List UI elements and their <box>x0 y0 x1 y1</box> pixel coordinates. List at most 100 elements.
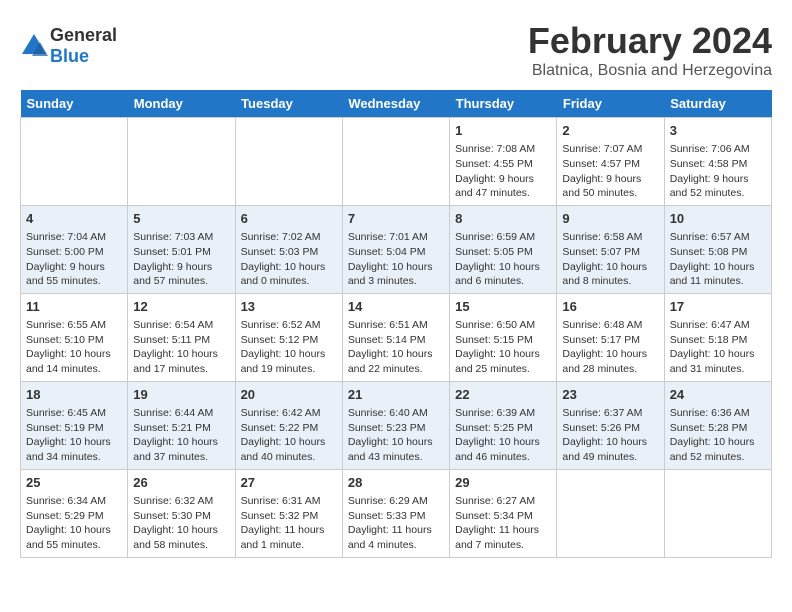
calendar-cell: 27Sunrise: 6:31 AMSunset: 5:32 PMDayligh… <box>235 469 342 557</box>
cell-content: Sunrise: 6:45 AM <box>26 406 122 421</box>
cell-content: Daylight: 9 hours <box>133 260 229 275</box>
date-number: 11 <box>26 298 122 316</box>
cell-content: and 7 minutes. <box>455 538 551 553</box>
calendar-cell: 1Sunrise: 7:08 AMSunset: 4:55 PMDaylight… <box>450 118 557 206</box>
cell-content: Sunset: 5:08 PM <box>670 245 766 260</box>
cell-content: and 6 minutes. <box>455 274 551 289</box>
calendar-cell: 22Sunrise: 6:39 AMSunset: 5:25 PMDayligh… <box>450 381 557 469</box>
cell-content: Sunset: 4:55 PM <box>455 157 551 172</box>
cell-content: and 46 minutes. <box>455 450 551 465</box>
cell-content: and 58 minutes. <box>133 538 229 553</box>
calendar-table: SundayMondayTuesdayWednesdayThursdayFrid… <box>20 90 772 558</box>
calendar-cell: 6Sunrise: 7:02 AMSunset: 5:03 PMDaylight… <box>235 205 342 293</box>
calendar-cell: 5Sunrise: 7:03 AMSunset: 5:01 PMDaylight… <box>128 205 235 293</box>
cell-content: Sunset: 5:11 PM <box>133 333 229 348</box>
calendar-cell: 13Sunrise: 6:52 AMSunset: 5:12 PMDayligh… <box>235 293 342 381</box>
cell-content: Sunrise: 6:58 AM <box>562 230 658 245</box>
cell-content: Daylight: 10 hours <box>455 347 551 362</box>
cell-content: Sunrise: 6:31 AM <box>241 494 337 509</box>
calendar-header: SundayMondayTuesdayWednesdayThursdayFrid… <box>21 90 772 118</box>
cell-content: Sunrise: 6:37 AM <box>562 406 658 421</box>
cell-content: and 1 minute. <box>241 538 337 553</box>
cell-content: Daylight: 10 hours <box>455 260 551 275</box>
calendar-cell: 18Sunrise: 6:45 AMSunset: 5:19 PMDayligh… <box>21 381 128 469</box>
cell-content: Sunrise: 6:44 AM <box>133 406 229 421</box>
date-number: 29 <box>455 474 551 492</box>
cell-content: Sunset: 5:22 PM <box>241 421 337 436</box>
cell-content: and 34 minutes. <box>26 450 122 465</box>
calendar-cell: 9Sunrise: 6:58 AMSunset: 5:07 PMDaylight… <box>557 205 664 293</box>
calendar-week-4: 18Sunrise: 6:45 AMSunset: 5:19 PMDayligh… <box>21 381 772 469</box>
cell-content: Sunset: 5:25 PM <box>455 421 551 436</box>
title-section: February 2024 Blatnica, Bosnia and Herze… <box>528 20 772 80</box>
date-number: 25 <box>26 474 122 492</box>
calendar-cell: 2Sunrise: 7:07 AMSunset: 4:57 PMDaylight… <box>557 118 664 206</box>
cell-content: Sunset: 4:58 PM <box>670 157 766 172</box>
cell-content: Daylight: 10 hours <box>670 260 766 275</box>
date-number: 14 <box>348 298 444 316</box>
date-number: 16 <box>562 298 658 316</box>
cell-content: Sunset: 5:03 PM <box>241 245 337 260</box>
cell-content: Sunset: 5:28 PM <box>670 421 766 436</box>
calendar-title: February 2024 <box>528 20 772 62</box>
date-number: 5 <box>133 210 229 228</box>
calendar-cell: 11Sunrise: 6:55 AMSunset: 5:10 PMDayligh… <box>21 293 128 381</box>
day-header-monday: Monday <box>128 90 235 118</box>
cell-content: Daylight: 10 hours <box>348 260 444 275</box>
day-header-friday: Friday <box>557 90 664 118</box>
cell-content: Sunset: 5:07 PM <box>562 245 658 260</box>
cell-content: Sunrise: 6:39 AM <box>455 406 551 421</box>
logo-blue: Blue <box>50 46 89 66</box>
cell-content: Sunset: 5:12 PM <box>241 333 337 348</box>
cell-content: Daylight: 10 hours <box>562 435 658 450</box>
cell-content: Daylight: 10 hours <box>133 347 229 362</box>
cell-content: Sunset: 5:17 PM <box>562 333 658 348</box>
calendar-cell: 24Sunrise: 6:36 AMSunset: 5:28 PMDayligh… <box>664 381 771 469</box>
calendar-body: 1Sunrise: 7:08 AMSunset: 4:55 PMDaylight… <box>21 118 772 558</box>
day-header-tuesday: Tuesday <box>235 90 342 118</box>
cell-content: Sunset: 5:23 PM <box>348 421 444 436</box>
cell-content: Sunrise: 7:07 AM <box>562 142 658 157</box>
cell-content: Daylight: 10 hours <box>562 347 658 362</box>
date-number: 27 <box>241 474 337 492</box>
cell-content: and 17 minutes. <box>133 362 229 377</box>
cell-content: and 49 minutes. <box>562 450 658 465</box>
cell-content: Sunrise: 6:52 AM <box>241 318 337 333</box>
cell-content: Sunset: 5:32 PM <box>241 509 337 524</box>
calendar-cell: 3Sunrise: 7:06 AMSunset: 4:58 PMDaylight… <box>664 118 771 206</box>
date-number: 7 <box>348 210 444 228</box>
calendar-cell: 29Sunrise: 6:27 AMSunset: 5:34 PMDayligh… <box>450 469 557 557</box>
date-number: 20 <box>241 386 337 404</box>
calendar-week-1: 1Sunrise: 7:08 AMSunset: 4:55 PMDaylight… <box>21 118 772 206</box>
cell-content: and 57 minutes. <box>133 274 229 289</box>
day-header-saturday: Saturday <box>664 90 771 118</box>
date-number: 10 <box>670 210 766 228</box>
calendar-cell: 16Sunrise: 6:48 AMSunset: 5:17 PMDayligh… <box>557 293 664 381</box>
cell-content: Daylight: 9 hours <box>670 172 766 187</box>
date-number: 28 <box>348 474 444 492</box>
cell-content: Sunrise: 6:40 AM <box>348 406 444 421</box>
cell-content: Daylight: 10 hours <box>133 523 229 538</box>
cell-content: Sunrise: 6:55 AM <box>26 318 122 333</box>
calendar-cell: 17Sunrise: 6:47 AMSunset: 5:18 PMDayligh… <box>664 293 771 381</box>
cell-content: Sunrise: 6:59 AM <box>455 230 551 245</box>
logo-icon <box>20 32 48 60</box>
cell-content: and 22 minutes. <box>348 362 444 377</box>
cell-content: Daylight: 10 hours <box>241 347 337 362</box>
cell-content: Sunset: 5:04 PM <box>348 245 444 260</box>
cell-content: Daylight: 10 hours <box>670 435 766 450</box>
cell-content: Sunrise: 6:57 AM <box>670 230 766 245</box>
calendar-cell: 25Sunrise: 6:34 AMSunset: 5:29 PMDayligh… <box>21 469 128 557</box>
cell-content: Sunrise: 7:06 AM <box>670 142 766 157</box>
date-number: 21 <box>348 386 444 404</box>
cell-content: Daylight: 10 hours <box>562 260 658 275</box>
cell-content: Sunset: 5:33 PM <box>348 509 444 524</box>
day-header-thursday: Thursday <box>450 90 557 118</box>
cell-content: and 55 minutes. <box>26 538 122 553</box>
cell-content: Daylight: 10 hours <box>26 523 122 538</box>
cell-content: Daylight: 11 hours <box>455 523 551 538</box>
cell-content: Daylight: 10 hours <box>26 347 122 362</box>
date-number: 22 <box>455 386 551 404</box>
calendar-cell: 28Sunrise: 6:29 AMSunset: 5:33 PMDayligh… <box>342 469 449 557</box>
date-number: 1 <box>455 122 551 140</box>
